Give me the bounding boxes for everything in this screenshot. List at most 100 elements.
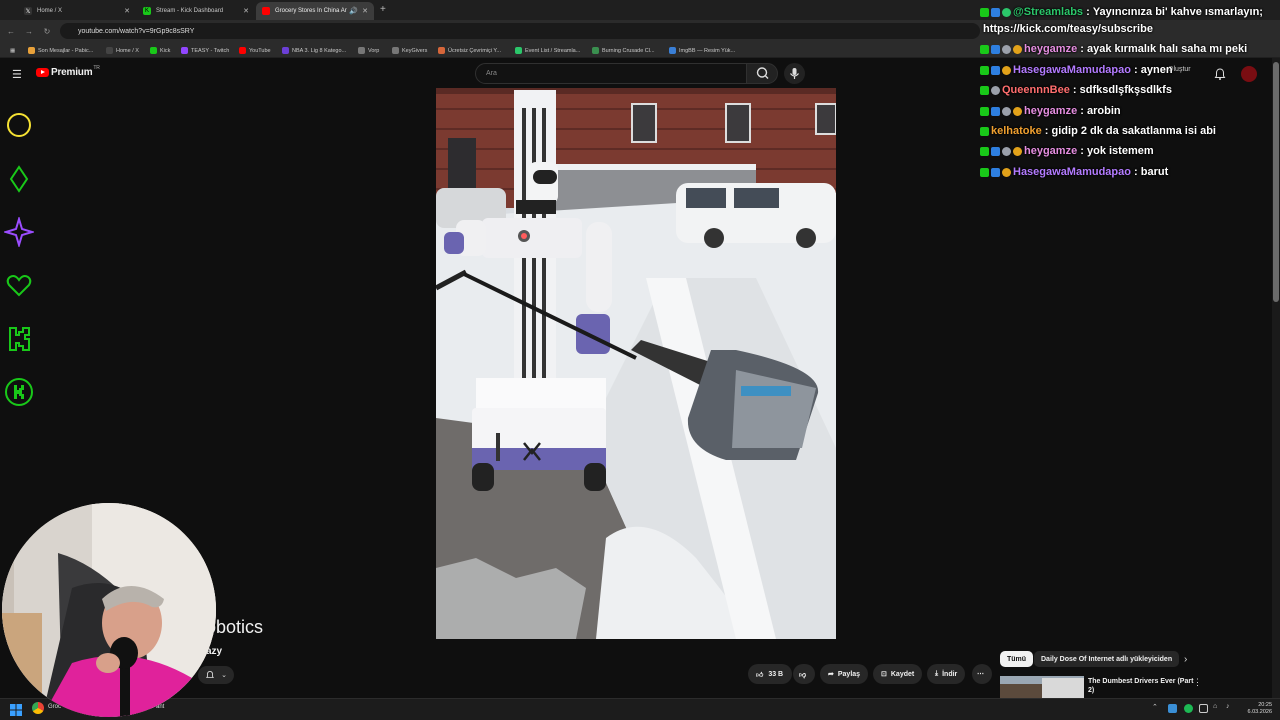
chat-message: heygamze : ayak kırmalık halı saha mı pe… bbox=[980, 41, 1247, 57]
webcam-feed bbox=[2, 503, 216, 717]
bookmark-item[interactable]: Burning Crusade Cl... bbox=[592, 45, 655, 56]
kick-badge-icon bbox=[980, 126, 989, 136]
chat-message: heygamze : yok istemem bbox=[980, 143, 1154, 159]
tray-app-icon[interactable] bbox=[1199, 704, 1208, 713]
bookmark-favicon-icon bbox=[438, 47, 445, 54]
close-tab-icon[interactable]: ✕ bbox=[243, 7, 249, 15]
diamond-icon bbox=[9, 165, 29, 193]
dislike-button[interactable]: 👎︎ bbox=[793, 664, 815, 684]
tab-kick[interactable]: K Stream - Kick Dashboard ✕ bbox=[137, 2, 255, 20]
tab-label: Stream - Kick Dashboard bbox=[156, 8, 224, 14]
voice-search-button[interactable] bbox=[784, 63, 805, 84]
bookmark-item[interactable]: Vorp bbox=[358, 45, 379, 56]
gift-badge-icon bbox=[1013, 44, 1022, 54]
download-button[interactable]: ⤓ İndir bbox=[927, 664, 966, 684]
reload-icon[interactable]: ↻ bbox=[38, 27, 56, 36]
youtube-play-icon bbox=[36, 68, 49, 77]
microphone-icon bbox=[790, 68, 799, 79]
bookmark-item[interactable]: KeyGivers bbox=[392, 45, 427, 56]
chat-message: QueennnBee : sdfksdlşfkşsdlkfs bbox=[980, 82, 1172, 98]
share-button[interactable]: ➦ Paylaş bbox=[820, 664, 869, 684]
search-button[interactable] bbox=[746, 63, 778, 84]
gift-badge-icon bbox=[1002, 167, 1011, 177]
clock[interactable]: 20:25 6.03.2026 bbox=[1238, 702, 1272, 716]
download-icon: ⤓ bbox=[935, 670, 939, 677]
chip-uploader[interactable]: Daily Dose Of Internet adlı yükleyiciden bbox=[1034, 651, 1180, 667]
apps-icon[interactable]: ▦ bbox=[10, 45, 15, 56]
close-tab-icon[interactable]: ✕ bbox=[124, 7, 130, 15]
kick-badge-icon bbox=[980, 7, 989, 17]
tray-expand-icon[interactable]: ⌃ bbox=[1152, 703, 1158, 711]
bell-icon bbox=[206, 670, 215, 678]
tab-label: Grocery Stores In China Ar bbox=[275, 8, 347, 14]
kick-badge-icon bbox=[980, 44, 989, 54]
x-logo-icon: 𝕏 bbox=[24, 7, 32, 15]
recommendation-thumbnail[interactable] bbox=[1000, 676, 1084, 698]
save-button[interactable]: ⊡ Kaydet bbox=[873, 664, 923, 684]
kick-badge-icon bbox=[980, 146, 989, 156]
speaker-icon[interactable]: 🔊 bbox=[349, 7, 358, 15]
tray-app-icon[interactable] bbox=[1168, 704, 1177, 713]
avatar[interactable] bbox=[1241, 66, 1257, 82]
chevron-right-icon[interactable]: › bbox=[1184, 654, 1187, 665]
bookmark-item[interactable]: TEASY - Twitch bbox=[181, 45, 229, 56]
verified-badge-icon bbox=[991, 7, 1000, 17]
chat-message: kelhatoke : gidip 2 dk da sakatlanma isi… bbox=[980, 123, 1216, 139]
bookmark-item[interactable]: Son Mesajlar - Pabic... bbox=[28, 45, 93, 56]
windows-start-icon[interactable] bbox=[10, 704, 22, 716]
kick-badge-icon bbox=[980, 85, 989, 95]
thumbs-up-icon: 👍︎ bbox=[756, 671, 764, 679]
bookmark-item[interactable]: Event List / Streamla... bbox=[515, 45, 580, 56]
back-icon[interactable]: ← bbox=[2, 27, 20, 36]
moderator-badge-icon bbox=[991, 106, 1000, 116]
scrollbar-thumb[interactable] bbox=[1273, 62, 1279, 302]
bookmark-favicon-icon bbox=[239, 47, 246, 54]
tab-youtube[interactable]: Grocery Stores In China Ar 🔊 ✕ bbox=[256, 2, 374, 20]
notifications-bell-icon[interactable] bbox=[1213, 67, 1227, 81]
bookmark-item[interactable]: YouTube bbox=[239, 45, 271, 56]
new-tab-icon[interactable]: + bbox=[380, 4, 386, 15]
bookmark-item[interactable]: NBA 3. Lig 8 Katego... bbox=[282, 45, 346, 56]
youtube-logo[interactable]: Premium TR bbox=[36, 65, 100, 78]
bookmark-item[interactable]: Ücretsiz Çevrimiçi Y... bbox=[438, 45, 501, 56]
search-icon bbox=[756, 67, 769, 79]
chevron-down-icon: ⌄ bbox=[221, 672, 227, 679]
thumbs-down-icon: 👎︎ bbox=[799, 671, 807, 679]
spotify-icon[interactable] bbox=[1184, 704, 1193, 713]
chat-message: heygamze : arobin bbox=[980, 103, 1121, 119]
network-icon[interactable]: ⌂ bbox=[1213, 703, 1217, 710]
url-text: youtube.com/watch?v=9rGp9c8sSRY bbox=[78, 27, 195, 35]
menu-icon[interactable]: ☰ bbox=[12, 68, 22, 81]
bookmark-favicon-icon bbox=[515, 47, 522, 54]
bookmark-item[interactable]: ImgBB — Resim Yük... bbox=[669, 45, 735, 56]
volume-icon[interactable]: ♪ bbox=[1226, 703, 1230, 710]
bookmark-favicon-icon bbox=[669, 47, 676, 54]
forward-icon[interactable]: → bbox=[20, 27, 38, 36]
chrome-icon[interactable] bbox=[32, 702, 44, 714]
recommendation-title[interactable]: The Dumbest Drivers Ever (Part 2) bbox=[1088, 677, 1193, 695]
rocket-badge-icon bbox=[1002, 44, 1011, 54]
tab-x[interactable]: 𝕏 Home / X ✕ bbox=[18, 2, 136, 20]
url-field[interactable]: youtube.com/watch?v=9rGp9c8sSRY bbox=[60, 23, 980, 39]
bookmark-icon: ⊡ bbox=[881, 671, 887, 678]
bookmark-item[interactable]: Home / X bbox=[106, 45, 139, 56]
bookmark-item[interactable]: Kick bbox=[150, 45, 170, 56]
video-player[interactable] bbox=[436, 88, 836, 639]
bookmark-favicon-icon bbox=[106, 47, 113, 54]
folder-icon bbox=[392, 47, 399, 54]
more-actions-button[interactable]: ⋯ bbox=[972, 664, 992, 684]
bot-badge-icon bbox=[1002, 7, 1011, 17]
close-tab-icon[interactable]: ✕ bbox=[362, 7, 368, 15]
rocket-badge-icon bbox=[1002, 106, 1011, 116]
search-input[interactable]: Ara bbox=[475, 63, 747, 84]
subscription-bell-button[interactable]: ⌄ bbox=[198, 666, 234, 684]
more-vertical-icon[interactable]: ⋮ bbox=[1193, 677, 1202, 688]
bookmark-favicon-icon bbox=[282, 47, 289, 54]
chip-all[interactable]: Tümü bbox=[1000, 651, 1034, 667]
moderator-badge-icon bbox=[991, 146, 1000, 156]
chat-message: HasegawaMamudapao : aynen bbox=[980, 62, 1173, 78]
chat-message: @Streamlabs : Yayıncınıza bi' kahve ısma… bbox=[980, 4, 1263, 20]
chat-message: https://kick.com/teasy/subscribe bbox=[983, 23, 1153, 35]
moderator-badge-icon bbox=[991, 44, 1000, 54]
like-button[interactable]: 👍︎ 33 B bbox=[748, 664, 792, 684]
